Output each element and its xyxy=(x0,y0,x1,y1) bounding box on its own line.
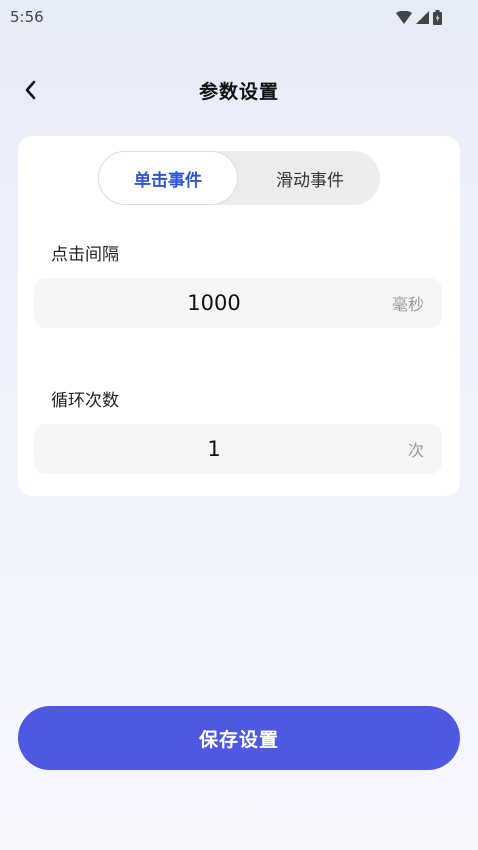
status-time: 5:56 xyxy=(10,8,44,26)
tab-swipe-event[interactable]: 滑动事件 xyxy=(240,151,380,205)
loop-count-unit: 次 xyxy=(407,441,424,460)
loop-count-label: 循环次数 xyxy=(51,391,119,411)
wifi-icon xyxy=(396,10,412,24)
click-interval-field: 毫秒 xyxy=(34,278,442,328)
header: 参数设置 xyxy=(0,68,478,112)
loop-count-field: 次 xyxy=(34,424,442,474)
settings-card: 单击事件 滑动事件 点击间隔 毫秒 循环次数 次 xyxy=(18,136,460,496)
status-bar: 5:56 xyxy=(0,0,478,34)
battery-icon xyxy=(433,9,442,25)
back-button[interactable] xyxy=(14,74,46,106)
status-icons xyxy=(396,9,442,25)
chevron-left-icon xyxy=(25,80,36,100)
loop-count-input[interactable] xyxy=(34,424,374,474)
event-type-tabs: 单击事件 滑动事件 xyxy=(98,151,380,205)
page-title: 参数设置 xyxy=(198,80,279,103)
click-interval-label: 点击间隔 xyxy=(51,245,119,265)
click-interval-unit: 毫秒 xyxy=(391,295,424,314)
save-settings-button[interactable]: 保存设置 xyxy=(18,706,460,770)
tab-click-event[interactable]: 单击事件 xyxy=(98,151,238,205)
click-interval-input[interactable] xyxy=(34,278,374,328)
cell-signal-icon xyxy=(416,10,429,24)
